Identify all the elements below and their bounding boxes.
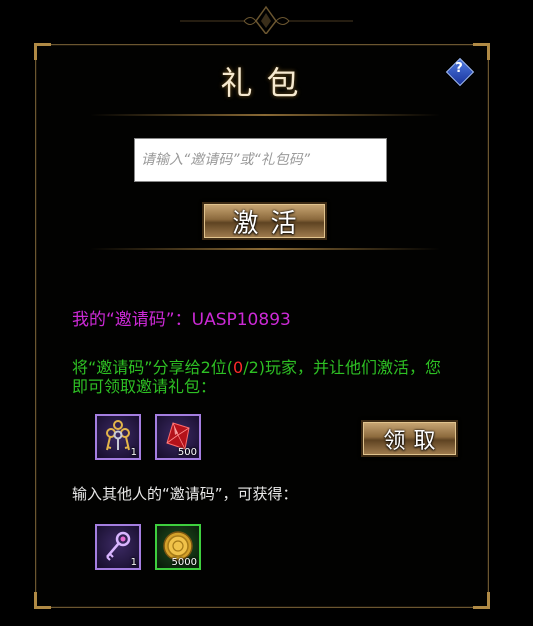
reward-slot-coin[interactable]: 5000 [155, 524, 201, 570]
section-divider [90, 248, 440, 250]
reward-slot-gem[interactable]: 500 [155, 414, 201, 460]
reward-count: 1 [130, 557, 137, 568]
reward-count: 5000 [171, 557, 197, 568]
activate-button[interactable]: 激活 [202, 202, 327, 240]
frame-corner [34, 592, 51, 609]
my-invite-code: 我的“邀请码”：UASP10893 [72, 305, 291, 330]
share-instructions: 将“邀请码”分享给2位(0/2)玩家，并让他们激活，您即可领取邀请礼包： [72, 358, 452, 396]
my-code-value: UASP10893 [191, 310, 291, 330]
reward-count: 500 [177, 447, 197, 458]
reward-slot-keys[interactable]: 1 [95, 414, 141, 460]
frame-corner [473, 592, 490, 609]
enter-code-text: 输入其他人的“邀请码”，可获得： [72, 485, 298, 503]
reward-slot-key[interactable]: 1 [95, 524, 141, 570]
code-input[interactable] [135, 139, 386, 181]
my-code-label: 我的“邀请码”： [72, 310, 192, 330]
help-label: ? [455, 61, 463, 76]
share-progress-current: 0 [233, 358, 244, 377]
help-button[interactable]: ? [445, 57, 475, 87]
share-prefix: 将“邀请码”分享给2位( [72, 358, 234, 377]
code-input-box[interactable] [134, 138, 387, 182]
top-ornament-icon [180, 5, 353, 34]
reward-count: 1 [130, 447, 137, 458]
title-divider [90, 114, 440, 116]
claim-button[interactable]: 领取 [361, 420, 458, 457]
